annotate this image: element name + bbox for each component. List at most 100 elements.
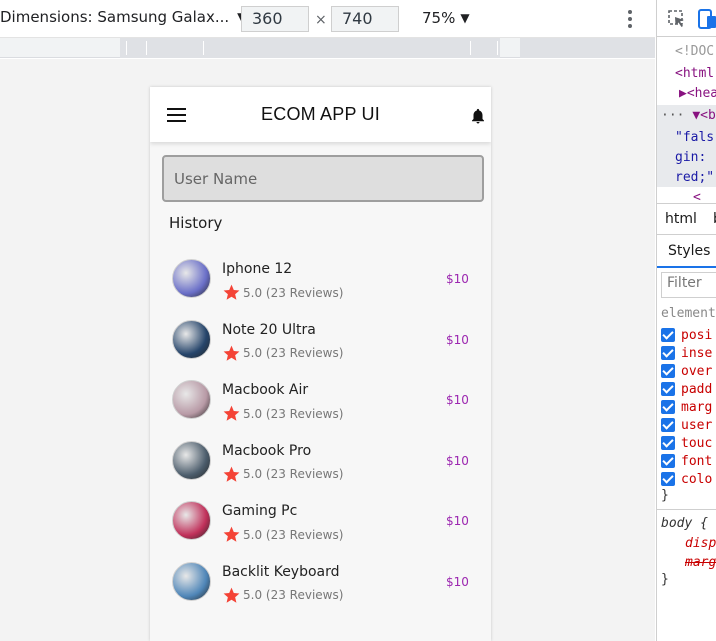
- inspect-element-icon[interactable]: [667, 9, 687, 29]
- breadcrumb-html[interactable]: html: [665, 211, 697, 227]
- close-brace: }: [661, 488, 669, 503]
- product-name: Note 20 Ultra: [222, 321, 316, 338]
- product-thumbnail: [172, 561, 211, 601]
- product-name: Iphone 12: [222, 261, 293, 277]
- element-style-label: element: [661, 306, 716, 321]
- product-price: $10: [446, 393, 469, 407]
- body-rule: body {: [661, 516, 708, 531]
- history-list-item[interactable]: Macbook Pro 5.0 (23 Reviews) $10: [150, 429, 491, 484]
- phone-screen: ECOM APP UI History Iphone 12 5.0 (23 Rev…: [150, 87, 491, 641]
- device-toolbar: Dimensions: Samsung Galax... ▼ 360 × 740…: [0, 0, 655, 38]
- product-price: $10: [446, 272, 469, 286]
- rating-text: 5.0 (23 Reviews): [243, 467, 344, 481]
- rating-text: 5.0 (23 Reviews): [243, 588, 344, 602]
- product-name: Macbook Air: [222, 382, 309, 398]
- style-property[interactable]: touc: [661, 434, 712, 452]
- code-line[interactable]: ··· ▼<bod: [661, 106, 716, 126]
- style-property[interactable]: colo: [661, 470, 712, 488]
- username-field-wrapper: [162, 155, 484, 202]
- zoom-select[interactable]: 75% ▼: [422, 9, 470, 27]
- dimensions-label: Dimensions: Samsung Galax...: [0, 8, 230, 26]
- product-thumbnail: [172, 380, 211, 419]
- styles-tab-label: Styles: [668, 243, 711, 259]
- app-header: ECOM APP UI: [150, 87, 491, 142]
- product-rating: 5.0 (23 Reviews): [222, 344, 343, 363]
- checkbox-icon[interactable]: [661, 436, 675, 450]
- style-property-name: posi: [681, 327, 713, 343]
- more-options-icon[interactable]: [622, 9, 638, 29]
- style-property[interactable]: font: [661, 452, 712, 470]
- star-icon: [223, 284, 240, 300]
- code-line[interactable]: <html: [675, 64, 714, 84]
- dimensions-select[interactable]: Dimensions: Samsung Galax... ▼: [0, 8, 246, 26]
- rating-text: 5.0 (23 Reviews): [243, 285, 344, 300]
- height-input[interactable]: 740: [331, 6, 399, 32]
- times-sign: ×: [315, 12, 327, 28]
- star-icon: [223, 466, 240, 482]
- close-brace: }: [661, 572, 669, 587]
- width-input[interactable]: 360: [241, 6, 309, 32]
- style-property-name: touc: [681, 435, 713, 451]
- product-thumbnail: [172, 440, 211, 480]
- history-list-item[interactable]: Note 20 Ultra 5.0 (23 Reviews) $10: [150, 308, 491, 363]
- media-query-ruler: [0, 38, 655, 58]
- product-rating: 5.0 (23 Reviews): [222, 404, 343, 423]
- styles-tab[interactable]: Styles: [657, 236, 716, 268]
- ruler-segment[interactable]: [520, 38, 655, 58]
- product-rating: 5.0 (23 Reviews): [222, 465, 343, 484]
- product-price: $10: [446, 574, 469, 589]
- checkbox-icon[interactable]: [661, 400, 675, 414]
- style-property-name: padd: [681, 381, 713, 397]
- history-list-item[interactable]: Gaming Pc 5.0 (23 Reviews) $10: [150, 489, 491, 542]
- code-line[interactable]: <!DOC: [675, 42, 714, 62]
- history-list-item[interactable]: Iphone 12 5.0 (23 Reviews) $10: [150, 247, 491, 302]
- product-name: Backlit Keyboard: [222, 563, 340, 580]
- style-property-name: user: [681, 417, 713, 433]
- product-thumbnail: [172, 259, 211, 298]
- code-line: gin:: [675, 150, 707, 165]
- star-icon: [223, 405, 240, 421]
- style-property[interactable]: over: [661, 362, 712, 380]
- style-property-name: font: [681, 453, 713, 469]
- style-property-name: over: [681, 363, 713, 379]
- style-property[interactable]: posi: [661, 326, 712, 344]
- caret-down-icon: ▼: [460, 11, 470, 25]
- code-line: red;": [675, 170, 715, 185]
- checkbox-icon[interactable]: [661, 454, 675, 468]
- ruler-segment[interactable]: [120, 38, 500, 58]
- code-line[interactable]: ▶<hea: [679, 84, 716, 104]
- star-icon: [223, 345, 240, 361]
- history-heading: History: [169, 214, 223, 232]
- styles-filter-input[interactable]: Filter: [661, 272, 716, 298]
- history-list-item[interactable]: Macbook Air 5.0 (23 Reviews) $10: [150, 368, 491, 423]
- code-line: "fals: [675, 130, 715, 145]
- checkbox-icon[interactable]: [661, 472, 675, 486]
- checkbox-icon[interactable]: [661, 346, 675, 360]
- checkbox-icon[interactable]: [661, 328, 675, 342]
- bell-icon[interactable]: [469, 106, 487, 126]
- style-property-name: inse: [681, 345, 713, 361]
- style-property[interactable]: marg: [661, 398, 712, 416]
- product-rating: 5.0 (23 Reviews): [222, 586, 343, 605]
- checkbox-icon[interactable]: [661, 418, 675, 432]
- devtools-toolbar: [657, 0, 716, 37]
- product-rating: 5.0 (23 Reviews): [222, 283, 343, 302]
- checkbox-icon[interactable]: [661, 382, 675, 396]
- rating-text: 5.0 (23 Reviews): [243, 527, 344, 542]
- app-title: ECOM APP UI: [261, 104, 380, 124]
- zoom-label: 75%: [422, 9, 456, 27]
- product-price: $10: [446, 332, 469, 347]
- style-property[interactable]: padd: [661, 380, 712, 398]
- device-toggle-icon[interactable]: [697, 8, 716, 30]
- rating-text: 5.0 (23 Reviews): [243, 346, 344, 360]
- body-prop[interactable]: marg: [685, 555, 716, 570]
- style-property-name: colo: [681, 471, 713, 487]
- breadcrumb-tabs: html b: [657, 203, 716, 235]
- username-input[interactable]: [164, 157, 482, 200]
- body-prop[interactable]: disp: [685, 536, 716, 551]
- checkbox-icon[interactable]: [661, 364, 675, 378]
- style-property[interactable]: inse: [661, 344, 712, 362]
- history-list-item[interactable]: Backlit Keyboard 5.0 (23 Reviews) $10: [150, 550, 491, 605]
- style-property[interactable]: user: [661, 416, 712, 434]
- star-icon: [223, 526, 240, 542]
